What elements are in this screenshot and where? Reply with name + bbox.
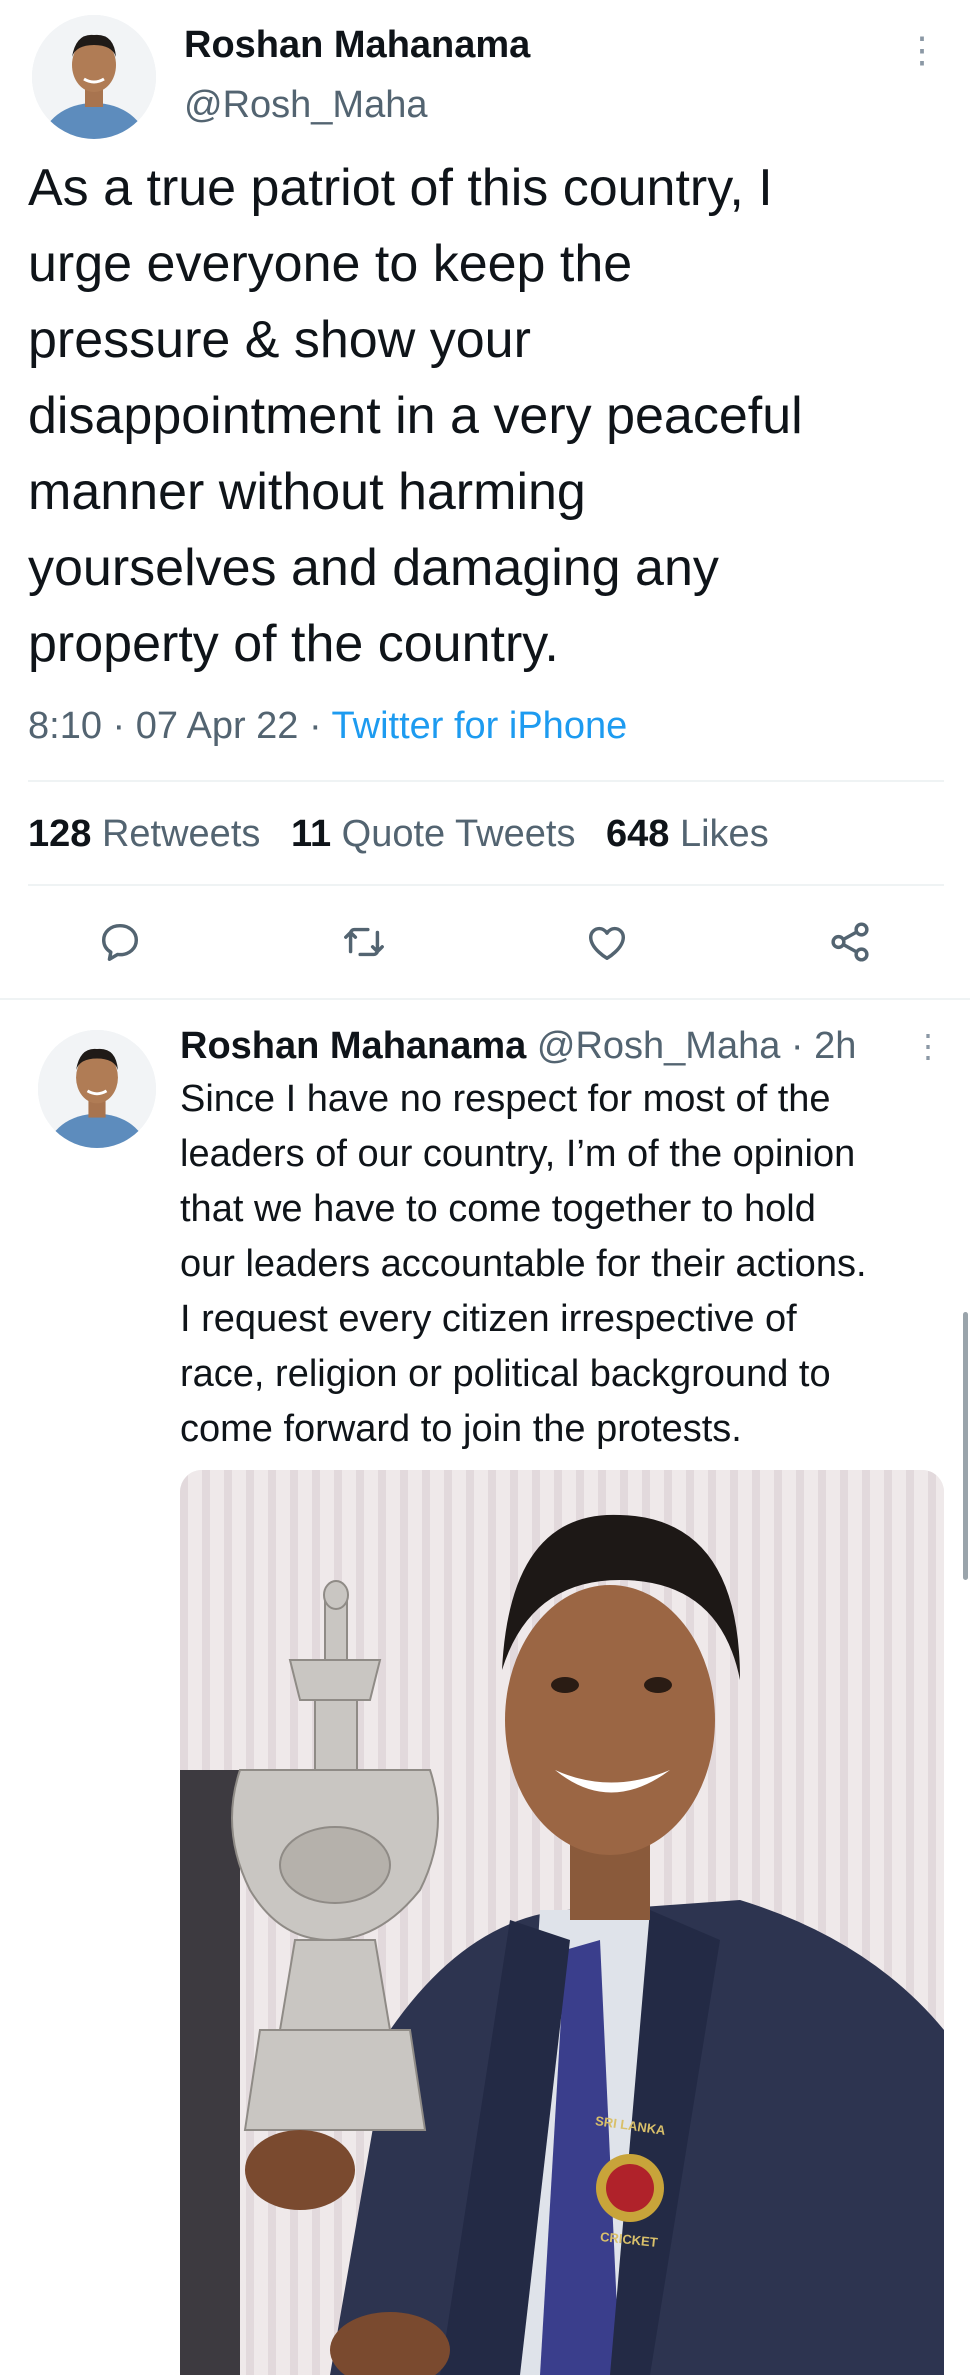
likes-label: Likes	[679, 813, 769, 855]
avatar-photo	[38, 1030, 156, 1148]
main-author-avatar[interactable]	[32, 15, 156, 139]
reply-header: Roshan Mahanama @Rosh_Maha · 2h	[180, 1022, 856, 1070]
tweet-line: As a true patriot of this country, I	[28, 159, 773, 217]
avatar-photo	[32, 15, 156, 139]
retweets-count: 128	[28, 813, 92, 855]
main-author-name[interactable]: Roshan Mahanama	[184, 22, 530, 68]
retweets-stat[interactable]: 128 Retweets	[28, 813, 271, 855]
main-author-handle[interactable]: @Rosh_Maha	[184, 82, 427, 128]
reply-author-name[interactable]: Roshan Mahanama	[180, 1025, 526, 1067]
tweet-line: that we have to come together to hold	[180, 1188, 816, 1230]
scrollbar[interactable]	[963, 1312, 968, 1580]
reply-more-options-icon[interactable]: ⋮	[912, 1028, 944, 1064]
reply-tweet-text: Since I have no respect for most of the …	[180, 1072, 950, 1457]
meta-separator: ·	[112, 705, 126, 747]
share-button[interactable]	[820, 912, 880, 972]
reply-author-handle[interactable]: @Rosh_Maha	[537, 1025, 780, 1067]
tweet-media-photo[interactable]: SRI LANKA CRICKET	[180, 1470, 944, 2375]
meta-separator: ·	[790, 1025, 804, 1067]
retweet-icon	[344, 927, 384, 957]
quotes-stat[interactable]: 11 Quote Tweets	[291, 813, 586, 855]
tweet-meta: 8:10 · 07 Apr 22 · Twitter for iPhone	[28, 702, 627, 750]
reply-time-ago[interactable]: 2h	[814, 1025, 856, 1067]
tweet-line: I request every citizen irrespective of	[180, 1298, 797, 1340]
more-options-icon[interactable]: ⋮	[904, 32, 940, 68]
tweet-line: yourselves and damaging any	[28, 539, 719, 597]
tweet-stats: 128 Retweets 11 Quote Tweets 648 Likes	[28, 808, 769, 860]
like-button[interactable]	[577, 912, 637, 972]
tweet-date[interactable]: 07 Apr 22	[136, 705, 299, 747]
tweet-line: our leaders accountable for their action…	[180, 1243, 867, 1285]
cricketer-trophy-photo	[180, 1470, 944, 2375]
likes-stat[interactable]: 648 Likes	[606, 813, 769, 855]
reply-author-avatar[interactable]	[38, 1030, 156, 1148]
share-icon	[831, 922, 869, 962]
quotes-count: 11	[290, 813, 332, 855]
tweet-line: Since I have no respect for most of the	[180, 1078, 831, 1120]
tweet-line: come forward to join the protests.	[180, 1408, 742, 1450]
retweet-button[interactable]	[334, 912, 394, 972]
quotes-label: Quote Tweets	[341, 813, 576, 855]
tweet-time[interactable]: 8:10	[28, 705, 102, 747]
reply-button[interactable]	[90, 912, 150, 972]
divider	[28, 780, 944, 782]
tweet-source-link[interactable]: Twitter for iPhone	[332, 705, 628, 747]
tweet-line: race, religion or political background t…	[180, 1353, 831, 1395]
divider	[0, 998, 970, 1000]
tweet-line: urge everyone to keep the	[28, 235, 633, 293]
reply-icon	[101, 923, 139, 961]
like-icon	[588, 926, 626, 961]
likes-count: 648	[606, 813, 670, 855]
tweet-line: pressure & show your	[28, 311, 531, 369]
tweet-line: manner without harming	[28, 463, 586, 521]
tweet-line: leaders of our country, I’m of the opini…	[180, 1133, 856, 1175]
meta-separator: ·	[309, 705, 322, 747]
tweet-line: property of the country.	[28, 615, 559, 673]
retweets-label: Retweets	[101, 813, 261, 855]
divider	[28, 884, 944, 886]
tweet-line: disappointment in a very peaceful	[28, 387, 803, 445]
main-tweet-text: As a true patriot of this country, I urg…	[28, 150, 953, 682]
